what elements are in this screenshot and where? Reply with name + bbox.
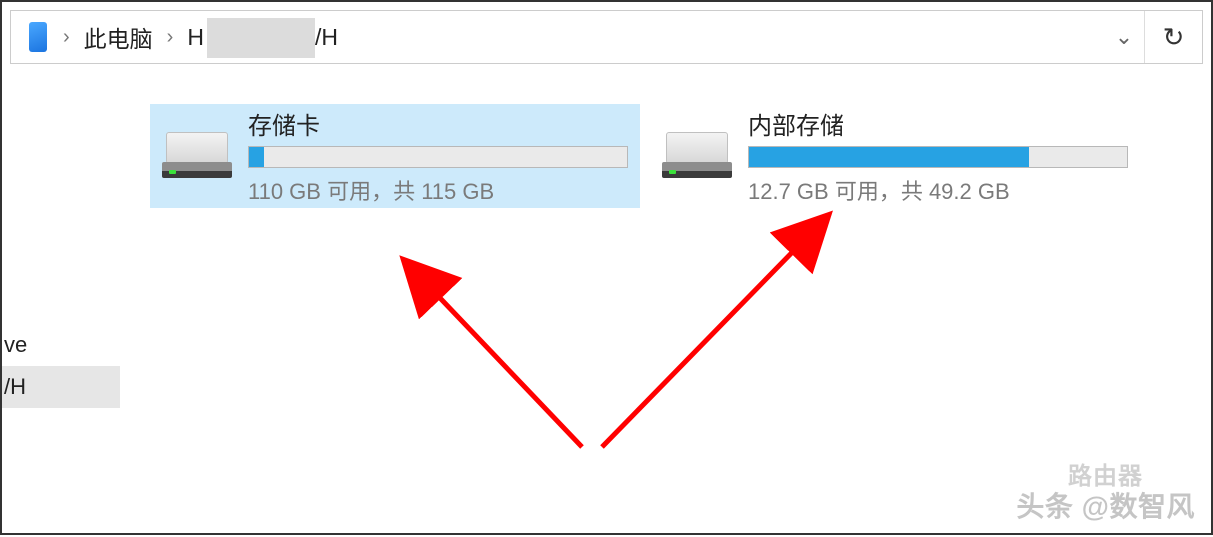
drive-tile-internal[interactable]: 内部存储 12.7 GB 可用，共 49.2 GB <box>650 104 1140 208</box>
drive-icon <box>658 130 736 182</box>
drive-subtitle: 110 GB 可用，共 115 GB <box>248 174 628 206</box>
storage-bar <box>248 146 628 168</box>
annotation-arrows <box>2 2 1213 537</box>
watermark-line2: 头条 @数智风 <box>1016 485 1195 525</box>
breadcrumb[interactable]: › 此电脑 › H <box>29 20 1104 54</box>
drive-name: 存储卡 <box>248 106 628 141</box>
drive-subtitle: 12.7 GB 可用，共 49.2 GB <box>748 174 1128 206</box>
breadcrumb-device-suffix[interactable]: /H <box>315 11 338 63</box>
chevron-right-icon: › <box>161 26 180 49</box>
refresh-button[interactable]: ↻ <box>1144 11 1202 63</box>
storage-bar-fill <box>249 147 264 167</box>
storage-bar <box>748 146 1128 168</box>
device-icon <box>29 22 47 52</box>
redacted-text <box>207 18 315 58</box>
chevron-down-icon[interactable]: ⌄ <box>1104 24 1144 50</box>
breadcrumb-root[interactable]: 此电脑 <box>76 20 161 54</box>
address-bar[interactable]: › 此电脑 › H /H ⌄ ↻ <box>10 10 1203 64</box>
sidebar: ve /H <box>2 324 120 408</box>
sidebar-item[interactable]: ve <box>2 324 120 366</box>
drive-info: 存储卡 110 GB 可用，共 115 GB <box>248 106 628 206</box>
chevron-right-icon: › <box>57 26 76 49</box>
storage-bar-fill <box>749 147 1029 167</box>
drive-name: 内部存储 <box>748 106 1128 141</box>
drive-info: 内部存储 12.7 GB 可用，共 49.2 GB <box>748 106 1128 206</box>
sidebar-item[interactable]: /H <box>2 366 120 408</box>
drive-tile-sdcard[interactable]: 存储卡 110 GB 可用，共 115 GB <box>150 104 640 208</box>
drive-icon <box>158 130 236 182</box>
drive-tiles: 存储卡 110 GB 可用，共 115 GB 内部存储 12.7 GB 可用，共… <box>150 104 1140 208</box>
